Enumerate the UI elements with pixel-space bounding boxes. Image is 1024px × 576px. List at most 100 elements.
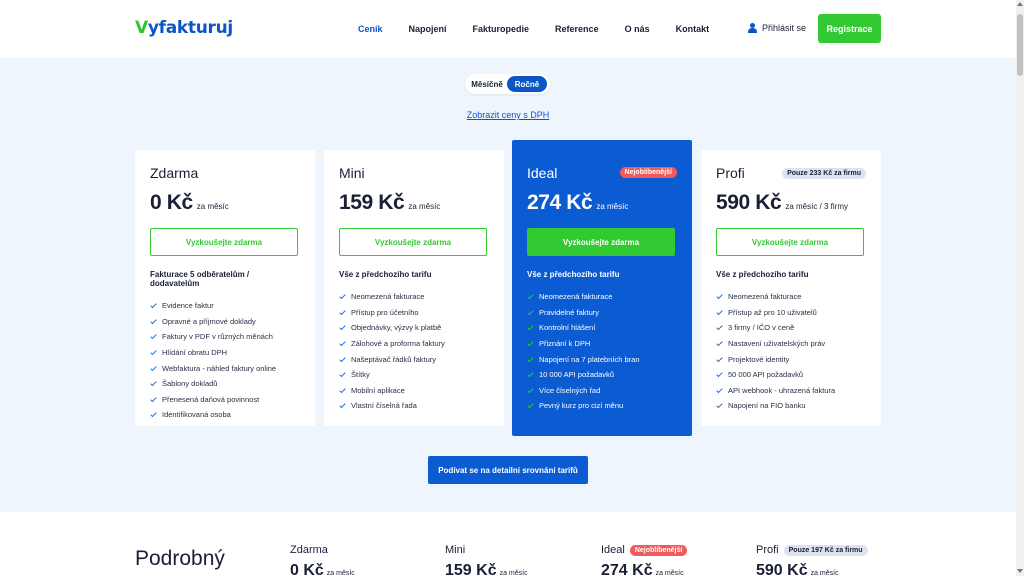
plan-card: Zdarma 0 Kč za měsíc Vyzkoušejte zdarma F… bbox=[135, 150, 315, 426]
feature-label: 3 firmy / IČO v ceně bbox=[728, 323, 795, 333]
scrollbar-thumb[interactable] bbox=[1017, 14, 1023, 76]
try-free-button[interactable]: Vyzkoušejte zdarma bbox=[716, 228, 864, 256]
feature-label: Identifikovaná osoba bbox=[162, 410, 231, 420]
comparison-plan-header: Zdarma bbox=[290, 544, 355, 556]
check-icon bbox=[339, 402, 346, 409]
plan-period: za měsíc / 3 firmy bbox=[785, 202, 849, 211]
comparison-plan-badge: Nejoblíbenější bbox=[629, 544, 688, 556]
feature-item: Pravidelné faktury bbox=[527, 305, 677, 321]
feature-label: Přístup až pro 10 uživatelů bbox=[728, 307, 817, 317]
feature-item: Identifikovaná osoba bbox=[150, 407, 300, 423]
check-icon bbox=[339, 356, 346, 363]
scroll-down-arrow-icon[interactable] bbox=[1017, 569, 1023, 573]
feature-item: Štítky bbox=[339, 367, 489, 383]
comparison-plan-name: Ideal bbox=[601, 544, 625, 556]
check-icon bbox=[150, 349, 157, 356]
check-icon bbox=[527, 356, 534, 363]
comparison-plan-period: za měsíc bbox=[499, 570, 528, 576]
check-icon bbox=[527, 324, 534, 331]
feature-label: Vlastní číselná řada bbox=[351, 401, 417, 411]
comparison-plan-period: za měsíc bbox=[810, 570, 839, 576]
check-icon bbox=[339, 371, 346, 378]
check-icon bbox=[150, 411, 157, 418]
nav-fakturopedie[interactable]: Fakturopedie bbox=[460, 24, 543, 34]
feature-item: Nastavení uživatelských práv bbox=[716, 336, 866, 352]
check-icon bbox=[339, 387, 346, 394]
comparison-plan-name: Mini bbox=[445, 544, 466, 556]
comparison-column: Zdarma 0 Kč za měsíc bbox=[290, 544, 355, 576]
feature-item: Kontrolní hlášení bbox=[527, 320, 677, 336]
check-icon bbox=[150, 333, 157, 340]
check-icon bbox=[527, 371, 534, 378]
logo-mark: V bbox=[135, 18, 148, 38]
feature-label: Přístup pro účetního bbox=[351, 307, 419, 317]
comparison-plan-price: 0 Kč bbox=[290, 562, 324, 576]
compare-plans-button[interactable]: Podívat se na detailní srovnání tarifů bbox=[428, 456, 588, 484]
feature-item: Webfaktura - náhled faktury online bbox=[150, 360, 300, 376]
feature-item: Neomezená fakturace bbox=[339, 289, 489, 305]
feature-item: Pevný kurz pro cizí měnu bbox=[527, 398, 677, 414]
feature-label: Více číselných řad bbox=[539, 385, 601, 395]
feature-item: Napojení na FIO banku bbox=[716, 398, 866, 414]
check-icon bbox=[150, 365, 157, 372]
plan-subtitle: Vše z předchozího tarifu bbox=[716, 270, 809, 279]
feature-item: Projektové identity bbox=[716, 351, 866, 367]
check-icon bbox=[716, 340, 723, 347]
feature-label: Přenesená daňová povinnost bbox=[162, 394, 260, 404]
login-link[interactable]: Přihlásit se bbox=[748, 23, 806, 33]
check-icon bbox=[716, 371, 723, 378]
feature-label: Štítky bbox=[351, 370, 370, 380]
nav-napojeni[interactable]: Napojení bbox=[396, 24, 460, 34]
nav-reference[interactable]: Reference bbox=[542, 24, 612, 34]
register-button[interactable]: Registrace bbox=[818, 14, 881, 43]
feature-label: Nastavení uživatelských práv bbox=[728, 339, 826, 349]
comparison-plan-name: Profi bbox=[756, 544, 779, 556]
feature-label: Napojení na 7 platebních bran bbox=[539, 354, 640, 364]
feature-item: Přístup až pro 10 uživatelů bbox=[716, 305, 866, 321]
check-icon bbox=[527, 387, 534, 394]
feature-item: Více číselných řad bbox=[527, 383, 677, 399]
feature-label: Zálohové a proforma faktury bbox=[351, 339, 445, 349]
feature-item: Evidence faktur bbox=[150, 298, 300, 314]
feature-label: Opravné a příjmové doklady bbox=[162, 316, 256, 326]
page-scrollbar[interactable] bbox=[1016, 0, 1024, 576]
toggle-yearly[interactable]: Ročně bbox=[507, 76, 547, 92]
comparison-plan-price: 159 Kč bbox=[445, 562, 497, 576]
feature-label: Neomezená fakturace bbox=[351, 292, 425, 302]
plan-card: Mini 159 Kč za měsíc Vyzkoušejte zdarma V… bbox=[324, 150, 504, 426]
feature-label: Evidence faktur bbox=[162, 301, 214, 311]
nav-cenik[interactable]: Ceník bbox=[345, 24, 396, 34]
feature-label: Webfaktura - náhled faktury online bbox=[162, 363, 277, 373]
toggle-monthly[interactable]: Měsíčně bbox=[467, 76, 507, 92]
feature-label: API webhook - uhrazená faktura bbox=[728, 385, 836, 395]
feature-item: 3 firmy / IČO v ceně bbox=[716, 320, 866, 336]
check-icon bbox=[716, 309, 723, 316]
comparison-column: Ideal Nejoblíbenější 274 Kč za měsíc bbox=[601, 544, 688, 576]
feature-item: API webhook - uhrazená faktura bbox=[716, 383, 866, 399]
try-free-button[interactable]: Vyzkoušejte zdarma bbox=[150, 228, 298, 256]
check-icon bbox=[716, 293, 723, 300]
feature-label: Našeptávač řádků faktury bbox=[351, 354, 437, 364]
check-icon bbox=[527, 402, 534, 409]
plan-badge: Nejoblíbenější bbox=[619, 167, 677, 178]
try-free-button[interactable]: Vyzkoušejte zdarma bbox=[527, 228, 675, 256]
comparison-plan-header: Ideal Nejoblíbenější bbox=[601, 544, 688, 556]
comparison-title: Podrobný bbox=[135, 547, 225, 570]
check-icon bbox=[716, 402, 723, 409]
comparison-plan-header: Mini bbox=[445, 544, 528, 556]
plan-price-row: 159 Kč za měsíc bbox=[339, 191, 489, 215]
check-icon bbox=[527, 293, 534, 300]
nav-o-nas[interactable]: O nás bbox=[612, 24, 663, 34]
vyfakturuj-logo[interactable]: Vyfakturuj bbox=[135, 18, 233, 38]
nav-kontakt[interactable]: Kontakt bbox=[663, 24, 723, 34]
plan-price: 274 Kč bbox=[527, 191, 593, 214]
feature-item: Neomezená fakturace bbox=[527, 289, 677, 305]
plan-period: za měsíc bbox=[408, 202, 441, 211]
check-icon bbox=[527, 309, 534, 316]
feature-item: Zálohové a proforma faktury bbox=[339, 336, 489, 352]
vat-link-text[interactable]: Zobrazit ceny s DPH bbox=[467, 110, 550, 120]
try-free-button[interactable]: Vyzkoušejte zdarma bbox=[339, 228, 487, 256]
scroll-up-arrow-icon[interactable] bbox=[1017, 2, 1023, 6]
feature-label: Pravidelné faktury bbox=[539, 307, 600, 317]
feature-list: Neomezená fakturace Přístup pro účetního O… bbox=[339, 289, 489, 414]
